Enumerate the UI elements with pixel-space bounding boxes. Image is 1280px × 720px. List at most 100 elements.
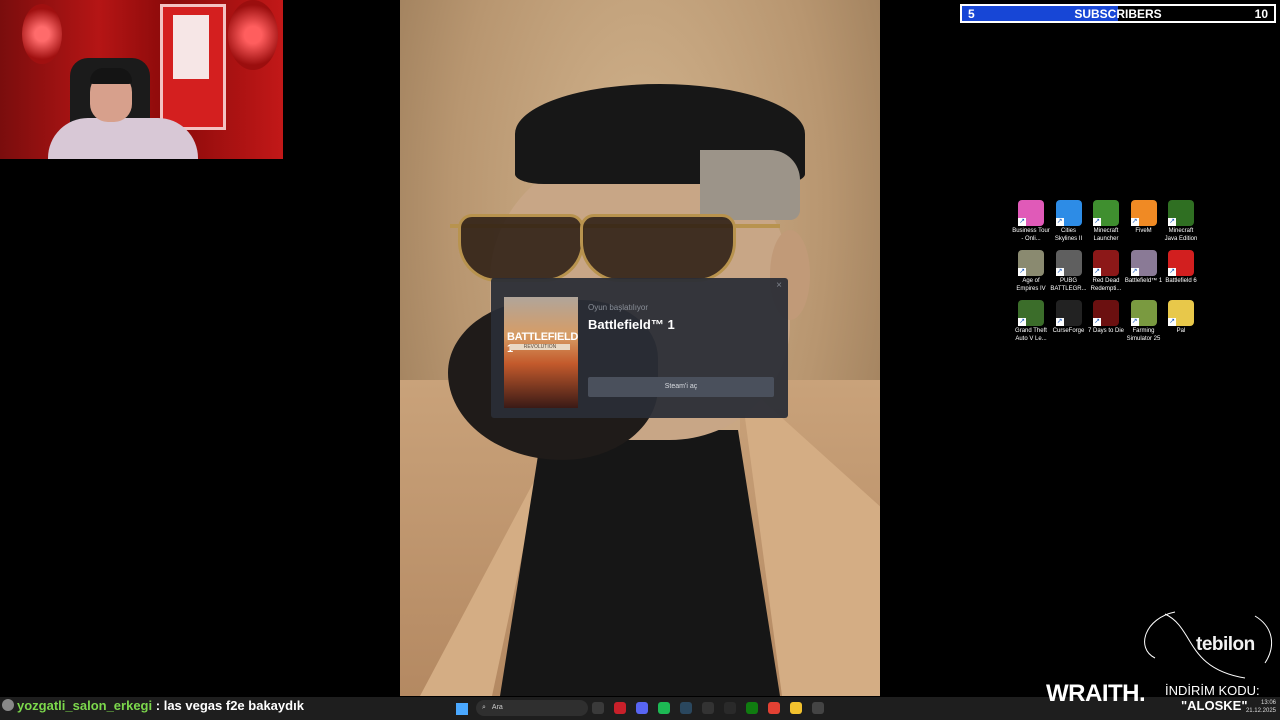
- desktop-shortcut[interactable]: ↗ PUBG BATTLEGR...: [1050, 250, 1088, 293]
- shortcut-arrow-icon: ↗: [1018, 318, 1026, 326]
- opera-icon[interactable]: [614, 702, 626, 714]
- desktop-shortcut[interactable]: ↗ Cities Skylines II: [1050, 200, 1088, 243]
- chat-text: las vegas f2e bakaydık: [163, 698, 304, 713]
- promo-code: "ALOSKE": [1181, 698, 1248, 713]
- streamer-body: [48, 118, 198, 159]
- wallpaper-shirt: [500, 430, 780, 696]
- desktop-shortcut[interactable]: ↗ FiveM: [1125, 200, 1163, 236]
- battlefield-6-icon: ↗: [1168, 250, 1194, 276]
- desktop-shortcut-label: Battlefield 6: [1165, 278, 1197, 284]
- explorer-icon[interactable]: [790, 702, 802, 714]
- promo-label: İNDİRİM KODU:: [1165, 683, 1260, 698]
- cover-subtitle: REVOLUTION: [510, 344, 570, 350]
- farming-sim-icon: ↗: [1130, 300, 1157, 326]
- shortcut-arrow-icon: ↗: [1130, 318, 1139, 326]
- webcam-overlay: [0, 0, 283, 159]
- desktop-shortcut[interactable]: ↗ Minecraft Launcher: [1087, 200, 1125, 243]
- desktop-shortcut[interactable]: ↗ Red Dead Redempti...: [1087, 250, 1125, 293]
- xbox-icon[interactable]: [746, 702, 758, 714]
- game-cover-image: BATTLEFIELD 1 REVOLUTION: [504, 297, 578, 408]
- subscriber-goal: 10: [1254, 7, 1268, 21]
- minecraft-java-icon: ↗: [1168, 200, 1194, 226]
- pal-icon: ↗: [1168, 300, 1194, 326]
- battlefield-1-icon: ↗: [1130, 250, 1157, 276]
- chrome-icon[interactable]: [768, 702, 780, 714]
- desktop-shortcut[interactable]: ↗ Pal: [1162, 300, 1200, 336]
- flower-decoration: [228, 0, 278, 70]
- taskbar-search[interactable]: ⌕ Ara: [476, 700, 588, 716]
- desktop-shortcut[interactable]: ↗ Age of Empires IV: [1012, 250, 1050, 293]
- pubg-icon: ↗: [1055, 250, 1082, 276]
- shortcut-arrow-icon: ↗: [1018, 218, 1026, 226]
- subscriber-goal-bar: 5 SUBSCRIBERS 10: [960, 4, 1276, 23]
- start-icon[interactable]: [456, 703, 468, 715]
- shortcut-arrow-icon: ↗: [1168, 218, 1176, 226]
- shortcut-arrow-icon: ↗: [1055, 218, 1064, 226]
- gta-v-icon: ↗: [1018, 300, 1044, 326]
- desktop-shortcut-label: Minecraft Java Edition: [1164, 228, 1198, 242]
- door: [160, 4, 226, 130]
- chat-username: yozgatli_salon_erkegi: [17, 698, 153, 713]
- cities-skylines-icon: ↗: [1055, 200, 1082, 226]
- fivem-icon: ↗: [1130, 200, 1157, 226]
- tebilon-logo: tebilon: [1196, 634, 1255, 655]
- desktop-shortcut[interactable]: ↗ Battlefield 6: [1162, 250, 1200, 286]
- desktop-shortcut-label: Grand Theft Auto V Le...: [1015, 328, 1047, 342]
- shortcut-arrow-icon: ↗: [1018, 268, 1026, 276]
- file-icon[interactable]: [592, 702, 604, 714]
- desktop-shortcut[interactable]: ↗ Farming Simulator 25: [1125, 300, 1163, 343]
- minecraft-launcher-icon: ↗: [1093, 200, 1119, 226]
- flower-decoration: [22, 4, 62, 64]
- business-tour-icon: ↗: [1018, 200, 1044, 226]
- age-of-empires-icon: ↗: [1018, 250, 1044, 276]
- seven-days-icon: ↗: [1093, 300, 1119, 326]
- desktop-shortcut-label: Pal: [1176, 328, 1186, 334]
- desktop-shortcut-label: FiveM: [1135, 228, 1152, 234]
- subscriber-label: SUBSCRIBERS: [1074, 7, 1162, 21]
- wallpaper-hair-fade: [700, 150, 800, 220]
- discord-icon[interactable]: [636, 702, 648, 714]
- curseforge-icon: ↗: [1055, 300, 1082, 326]
- red-dead-icon: ↗: [1093, 250, 1119, 276]
- wraith-logo: WRAITH.: [1046, 680, 1146, 707]
- desktop-shortcut-label: Minecraft Launcher: [1093, 228, 1119, 242]
- desktop-shortcut[interactable]: ↗ Grand Theft Auto V Le...: [1012, 300, 1050, 343]
- epic-icon[interactable]: [702, 702, 714, 714]
- spotify-icon[interactable]: [658, 702, 670, 714]
- desktop-shortcut[interactable]: ↗ Battlefield™ 1: [1125, 250, 1163, 286]
- shortcut-arrow-icon: ↗: [1055, 268, 1064, 276]
- shortcut-arrow-icon: ↗: [1093, 268, 1101, 276]
- desktop-shortcut[interactable]: ↗ Business Tour - Onli...: [1012, 200, 1050, 243]
- desktop-shortcut-label: 7 Days to Die: [1087, 328, 1124, 334]
- chat-avatar: [2, 699, 14, 711]
- chat-separator: :: [155, 698, 161, 713]
- desktop-shortcut-label: Red Dead Redempti...: [1090, 278, 1122, 292]
- launch-status: Oyun başlatılıyor: [588, 303, 649, 312]
- desktop-shortcut[interactable]: ↗ 7 Days to Die: [1087, 300, 1125, 336]
- shortcut-arrow-icon: ↗: [1168, 268, 1176, 276]
- open-steam-button[interactable]: Steam'i aç: [588, 377, 774, 397]
- shortcut-arrow-icon: ↗: [1168, 318, 1176, 326]
- shortcut-arrow-icon: ↗: [1130, 218, 1139, 226]
- cs-icon[interactable]: [724, 702, 736, 714]
- steam-icon[interactable]: [680, 702, 692, 714]
- search-icon: ⌕: [482, 704, 486, 711]
- desktop-shortcut-label: Business Tour - Onli...: [1012, 228, 1050, 242]
- game-title: Battlefield™ 1: [588, 317, 675, 332]
- streamer-hair: [90, 68, 132, 84]
- desktop-shortcut-label: Cities Skylines II: [1054, 228, 1083, 242]
- settings-icon[interactable]: [812, 702, 824, 714]
- desktop-shortcut-label: PUBG BATTLEGR...: [1050, 278, 1087, 292]
- desktop-shortcut-label: Farming Simulator 25: [1126, 328, 1161, 342]
- sunglasses-lens-left: [458, 214, 584, 282]
- shortcut-arrow-icon: ↗: [1093, 218, 1101, 226]
- cover-title: BATTLEFIELD 1: [507, 331, 579, 355]
- shortcut-arrow-icon: ↗: [1055, 318, 1064, 326]
- desktop-shortcut[interactable]: ↗ Minecraft Java Edition: [1162, 200, 1200, 243]
- shortcut-arrow-icon: ↗: [1130, 268, 1139, 276]
- chat-message: yozgatli_salon_erkegi : las vegas f2e ba…: [2, 698, 304, 713]
- sunglasses-lens-right: [580, 214, 736, 282]
- desktop-shortcut[interactable]: ↗ CurseForge: [1050, 300, 1088, 336]
- close-icon[interactable]: ×: [776, 280, 782, 291]
- desktop-shortcut-label: CurseForge: [1052, 328, 1085, 334]
